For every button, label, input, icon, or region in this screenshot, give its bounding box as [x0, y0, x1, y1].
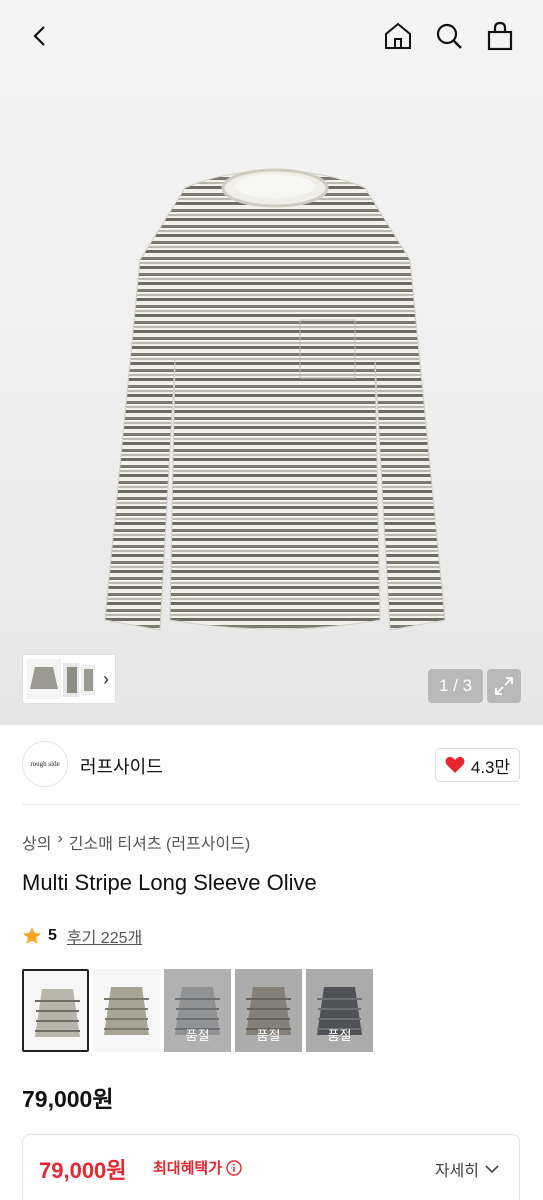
benefit-label: 최대혜택가 [153, 1157, 242, 1178]
home-icon[interactable] [378, 16, 418, 56]
chevron-right-icon: › [103, 669, 109, 689]
soldout-label: 품절 [256, 1028, 281, 1043]
star-icon [23, 927, 41, 944]
brand-name[interactable]: 러프사이드 [80, 753, 163, 779]
thumbnail-images [27, 659, 95, 699]
details-toggle[interactable]: 자세히 [435, 1157, 499, 1181]
chevron-down-icon [485, 1165, 499, 1174]
product-gallery[interactable]: › 1 / 3 [0, 0, 543, 725]
product-image [104, 168, 446, 631]
benefit-label-text: 최대혜택가 [153, 1160, 223, 1177]
product-price: 79,000원 [22, 1086, 114, 1112]
reviews-link[interactable]: 후기 225개 [67, 924, 142, 948]
variant-image [24, 971, 87, 1050]
breadcrumb: 상의 › 긴소매 티셔츠 (러프사이드) [22, 830, 250, 854]
variant-swatch[interactable]: 품절 [164, 969, 231, 1052]
rating-summary: 5 후기 225개 [22, 924, 142, 948]
top-navigation-bar [0, 0, 543, 76]
variant-image [93, 969, 160, 1052]
rating-score: 5 [48, 927, 57, 944]
brand-row[interactable]: rough side 러프사이드 4.3만 [22, 741, 522, 791]
chevron-right-icon: › [57, 830, 63, 847]
info-icon[interactable] [226, 1159, 242, 1176]
search-icon[interactable] [429, 16, 469, 56]
like-button[interactable]: 4.3만 [435, 748, 520, 782]
breadcrumb-item-category[interactable]: 상의 [22, 830, 51, 854]
divider [22, 804, 520, 805]
brand-logo[interactable]: rough side [22, 741, 68, 787]
heart-icon [445, 756, 465, 773]
variant-swatch[interactable] [22, 969, 89, 1052]
breadcrumb-item-subcategory[interactable]: 긴소매 티셔츠 (러프사이드) [69, 830, 250, 854]
soldout-label: 품절 [185, 1028, 210, 1043]
details-label: 자세히 [434, 1163, 479, 1180]
expand-icon[interactable] [487, 669, 521, 703]
variant-swatch[interactable]: 품절 [306, 969, 373, 1052]
soldout-label: 품절 [327, 1028, 352, 1043]
image-counter: 1 / 3 [428, 669, 483, 703]
benefit-price: 79,000원 [39, 1158, 127, 1183]
color-variant-list: 품절 품절 품절 [22, 969, 373, 1052]
variant-swatch[interactable]: 품절 [235, 969, 302, 1052]
product-title: Multi Stripe Long Sleeve Olive [22, 870, 317, 895]
like-count: 4.3만 [470, 757, 511, 777]
variant-swatch[interactable] [93, 969, 160, 1052]
back-arrow-icon[interactable] [20, 16, 60, 56]
shopping-bag-icon[interactable] [480, 16, 520, 56]
max-benefit-price-box[interactable]: 79,000원 최대혜택가 자세히 [22, 1134, 520, 1200]
image-thumbnail-strip[interactable]: › [22, 654, 116, 704]
